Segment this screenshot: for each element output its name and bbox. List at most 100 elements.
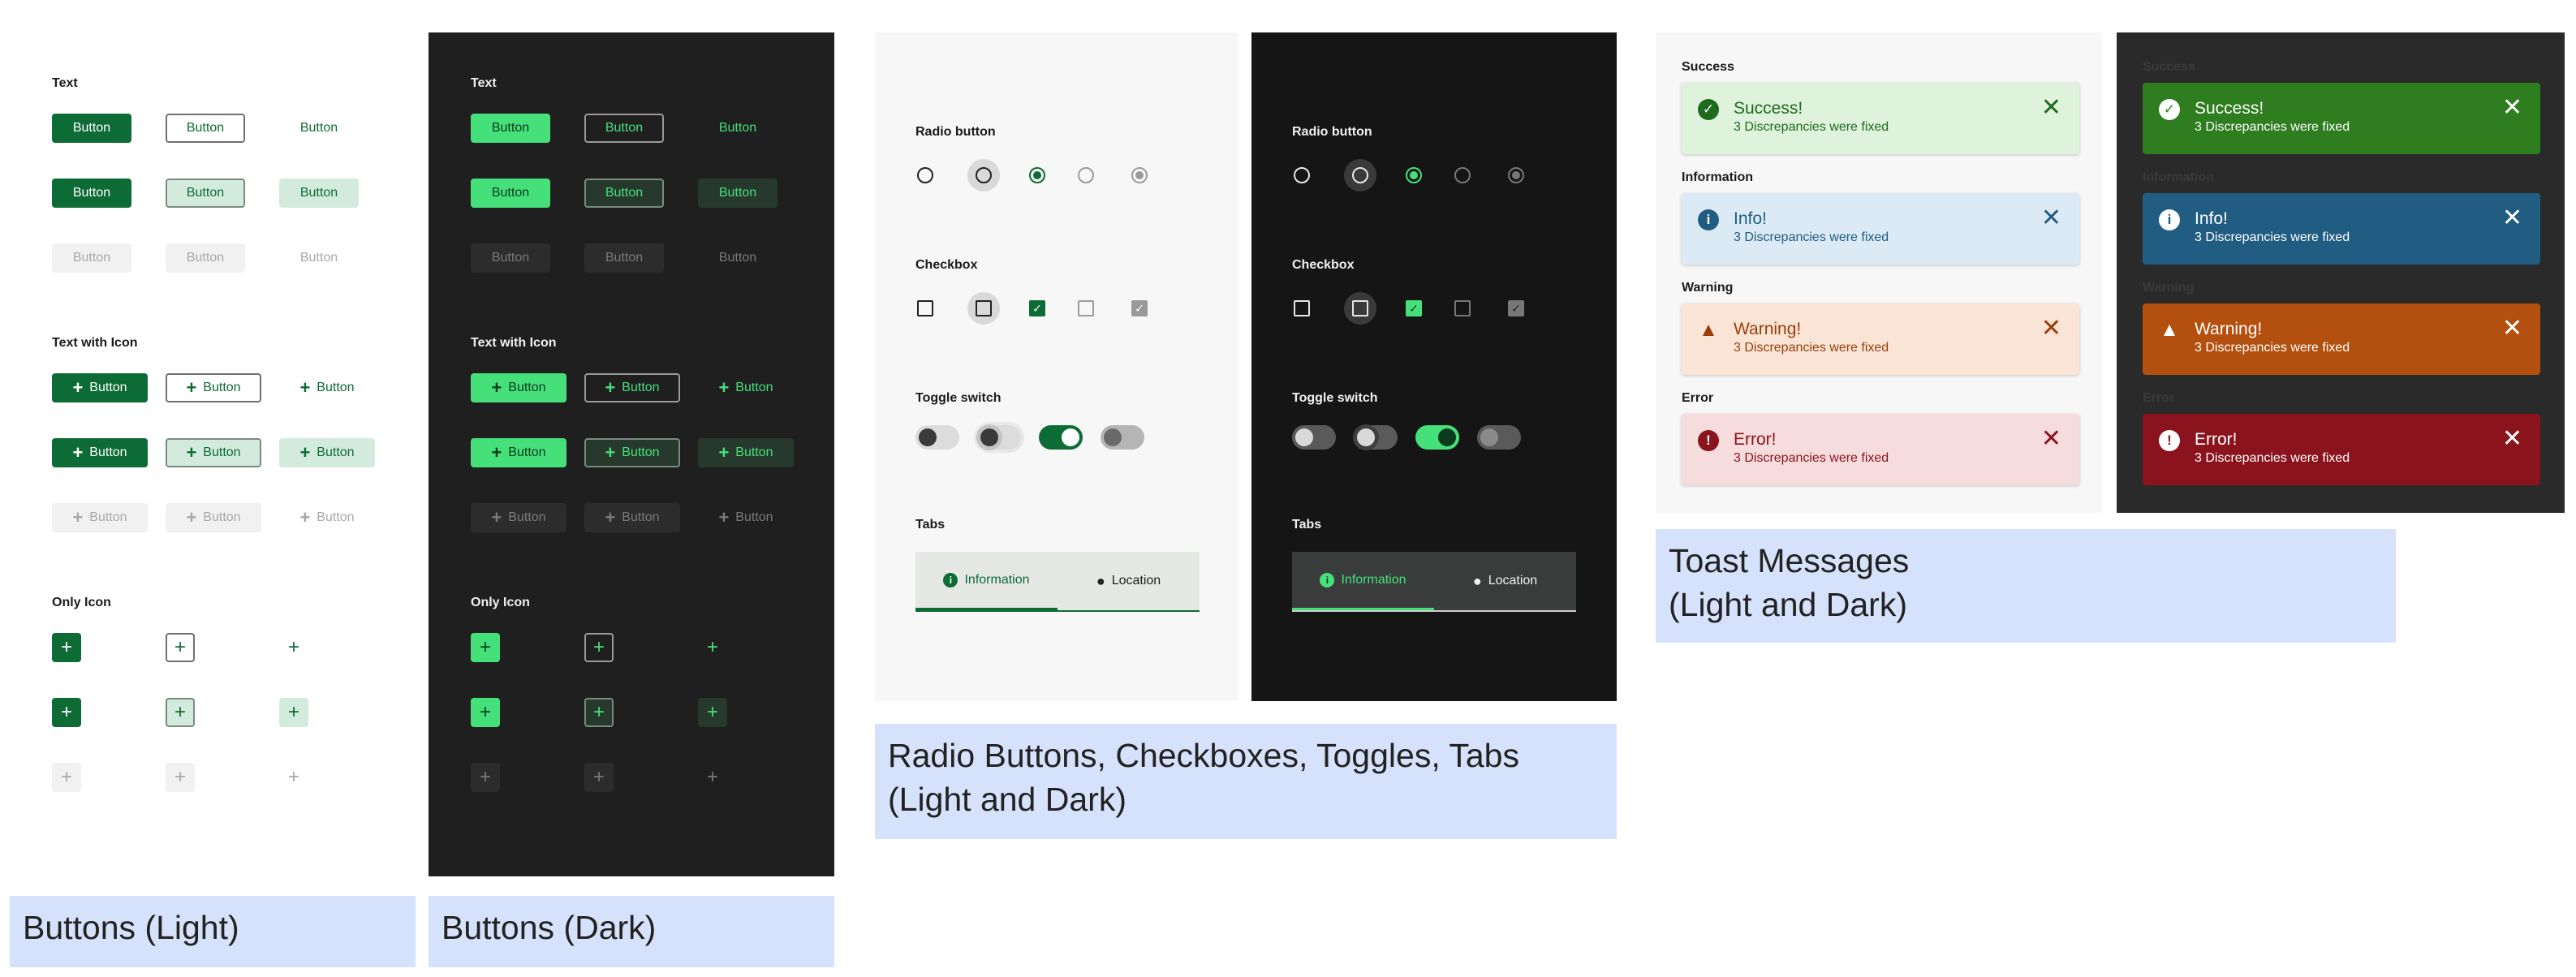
tab-information[interactable]: i Information bbox=[1292, 552, 1434, 610]
button-outline-disabled: Button bbox=[166, 243, 245, 273]
button-text-hover[interactable]: Button bbox=[279, 179, 359, 208]
icon-button-outline-hover[interactable]: + Button bbox=[166, 438, 261, 467]
plus-icon: + bbox=[287, 636, 299, 658]
toast-label-error: Error bbox=[2143, 391, 2175, 405]
plus-icon-button-text-hover[interactable]: + bbox=[698, 698, 727, 727]
toggle-off-hover[interactable] bbox=[977, 425, 1021, 450]
icon-button-solid[interactable]: + Button bbox=[52, 373, 148, 402]
plus-icon: + bbox=[299, 377, 311, 398]
plus-icon-button-outline[interactable]: + bbox=[166, 633, 195, 662]
button-outline[interactable]: Button bbox=[166, 114, 245, 143]
checkbox-unchecked[interactable] bbox=[1294, 300, 1310, 316]
tab-location[interactable]: ● Location bbox=[1434, 552, 1576, 610]
plus-icon: + bbox=[592, 766, 605, 788]
plus-icon: + bbox=[287, 766, 299, 788]
button-outline-hover[interactable]: Button bbox=[166, 179, 245, 208]
button-outline-hover[interactable]: Button bbox=[584, 179, 664, 208]
checkbox-unchecked[interactable] bbox=[917, 300, 933, 316]
tab-bar: i Information ● Location bbox=[915, 552, 1200, 612]
close-icon[interactable]: ✕ bbox=[2041, 427, 2061, 451]
radio-unselected[interactable] bbox=[917, 167, 933, 183]
close-icon[interactable]: ✕ bbox=[2041, 96, 2061, 120]
toast-body: 3 Discrepancies were fixed bbox=[1734, 341, 1889, 355]
plus-icon-button-solid[interactable]: + bbox=[52, 633, 81, 662]
buttons-light-panel: Text Button Button Button Button Button … bbox=[10, 32, 416, 876]
button-solid-hover[interactable]: Button bbox=[52, 179, 131, 208]
toast-body: 3 Discrepancies were fixed bbox=[2195, 230, 2350, 244]
toast-title: Warning! bbox=[1734, 320, 1802, 338]
plus-icon: + bbox=[186, 377, 197, 398]
plus-icon: + bbox=[479, 636, 491, 658]
plus-icon-button-text[interactable]: + bbox=[279, 633, 308, 662]
buttons-dark-panel: Text Button Button Button Button Button … bbox=[429, 32, 834, 876]
section-label-text: Text bbox=[471, 76, 497, 90]
tab-location[interactable]: ● Location bbox=[1058, 552, 1200, 610]
plus-icon-button-outline[interactable]: + bbox=[584, 633, 614, 662]
toggle-on[interactable] bbox=[1415, 425, 1459, 450]
toast-label-success: Success bbox=[2143, 60, 2195, 74]
toggle-on[interactable] bbox=[1039, 425, 1083, 450]
radio-unselected[interactable] bbox=[1294, 167, 1310, 183]
toast-body: 3 Discrepancies were fixed bbox=[1734, 120, 1889, 134]
plus-icon: + bbox=[174, 636, 186, 658]
close-icon[interactable]: ✕ bbox=[2041, 316, 2061, 341]
button-solid[interactable]: Button bbox=[52, 114, 131, 143]
close-icon[interactable]: ✕ bbox=[2502, 206, 2522, 230]
radio-hover[interactable] bbox=[1352, 167, 1368, 183]
plus-icon: + bbox=[706, 701, 718, 723]
radio-selected[interactable] bbox=[1029, 167, 1045, 183]
icon-button-solid[interactable]: + Button bbox=[471, 373, 566, 402]
button-text[interactable]: Button bbox=[698, 114, 778, 143]
close-icon[interactable]: ✕ bbox=[2502, 96, 2522, 120]
toast-success: ✓ Success! 3 Discrepancies were fixed ✕ bbox=[1682, 83, 2079, 154]
plus-icon: + bbox=[72, 377, 84, 398]
radio-selected[interactable] bbox=[1406, 167, 1422, 183]
caption-buttons-light: Buttons (Light) bbox=[10, 896, 416, 967]
icon-button-text-disabled: + Button bbox=[718, 507, 773, 527]
close-icon[interactable]: ✕ bbox=[2502, 316, 2522, 341]
tab-information[interactable]: i Information bbox=[915, 552, 1058, 610]
toggle-off[interactable] bbox=[915, 425, 959, 450]
plus-icon-button-text-hover[interactable]: + bbox=[279, 698, 308, 727]
icon-button-text[interactable]: + Button bbox=[698, 373, 794, 402]
icon-button-text[interactable]: + Button bbox=[279, 373, 375, 402]
icon-button-solid-hover[interactable]: + Button bbox=[471, 438, 566, 467]
icon-button-solid-hover[interactable]: + Button bbox=[52, 438, 148, 467]
button-text[interactable]: Button bbox=[279, 114, 359, 143]
icon-button-outline[interactable]: + Button bbox=[584, 373, 680, 402]
section-label-text-with-icon: Text with Icon bbox=[52, 336, 138, 350]
icon-button-text-hover[interactable]: + Button bbox=[279, 438, 375, 467]
icon-button-outline-hover[interactable]: + Button bbox=[584, 438, 680, 467]
close-icon[interactable]: ✕ bbox=[2502, 427, 2522, 451]
radio-hover[interactable] bbox=[976, 167, 992, 183]
plus-icon-button-solid-hover[interactable]: + bbox=[52, 698, 81, 727]
plus-icon: + bbox=[186, 442, 197, 463]
toggle-off-hover[interactable] bbox=[1354, 425, 1398, 450]
caption-toasts-line1: Toast Messages bbox=[1669, 542, 1910, 579]
checkbox-checked[interactable]: ✓ bbox=[1029, 300, 1045, 316]
button-outline[interactable]: Button bbox=[584, 114, 664, 143]
section-label-toggle: Toggle switch bbox=[1292, 391, 1378, 405]
icon-button-text-hover[interactable]: + Button bbox=[698, 438, 794, 467]
icon-button-outline[interactable]: + Button bbox=[166, 373, 261, 402]
plus-icon-button-outline-hover[interactable]: + bbox=[584, 698, 614, 727]
plus-icon-button-text-disabled: + bbox=[279, 763, 308, 792]
checkbox-hover[interactable] bbox=[1352, 300, 1368, 316]
plus-icon-button-solid[interactable]: + bbox=[471, 633, 500, 662]
checkbox-checked[interactable]: ✓ bbox=[1406, 300, 1422, 316]
close-icon[interactable]: ✕ bbox=[2041, 206, 2061, 230]
plus-icon-button-outline-hover[interactable]: + bbox=[166, 698, 195, 727]
toggle-off[interactable] bbox=[1292, 425, 1336, 450]
plus-icon: + bbox=[174, 766, 186, 788]
plus-icon-button-solid-hover[interactable]: + bbox=[471, 698, 500, 727]
section-label-text-with-icon: Text with Icon bbox=[471, 336, 557, 350]
radio-disabled bbox=[1454, 167, 1471, 183]
error-icon: ! bbox=[1698, 430, 1719, 451]
plus-icon-button-text[interactable]: + bbox=[698, 633, 727, 662]
checkbox-hover[interactable] bbox=[976, 300, 992, 316]
toast-body: 3 Discrepancies were fixed bbox=[1734, 230, 1889, 244]
button-solid-disabled: Button bbox=[471, 243, 550, 273]
button-solid-hover[interactable]: Button bbox=[471, 179, 550, 208]
button-solid[interactable]: Button bbox=[471, 114, 550, 143]
button-text-hover[interactable]: Button bbox=[698, 179, 778, 208]
